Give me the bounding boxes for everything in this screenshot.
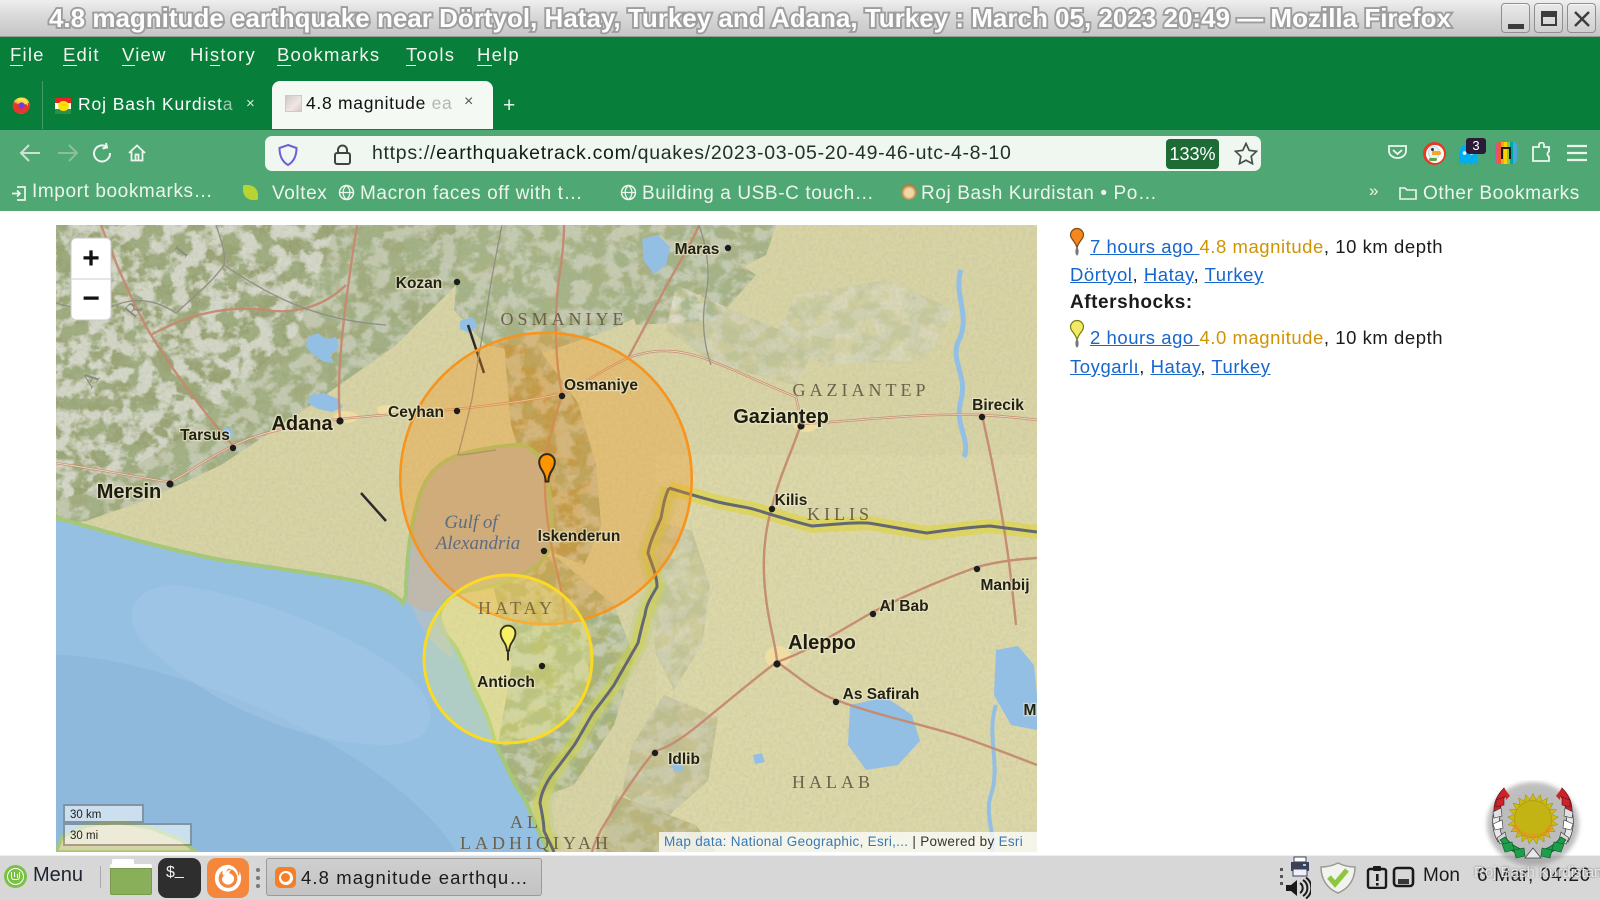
svg-text:Maras: Maras xyxy=(675,241,720,258)
svg-text:Manbij: Manbij xyxy=(980,577,1029,594)
svg-text:KILIS: KILIS xyxy=(807,504,873,524)
svg-text:GAZIANTEP: GAZIANTEP xyxy=(793,380,930,400)
svg-text:Al Bab: Al Bab xyxy=(879,598,928,615)
svg-text:30 mi: 30 mi xyxy=(70,830,98,842)
svg-text:Gulf of: Gulf of xyxy=(444,512,500,533)
svg-text:Osmaniye: Osmaniye xyxy=(564,377,638,394)
svg-text:Map data: National Geographic,: Map data: National Geographic, Esri,... … xyxy=(664,834,1023,849)
svg-text:−: − xyxy=(82,282,100,315)
svg-text:4.8 magnitude earthquake near: 4.8 magnitude earthquake near Dörtyol, H… xyxy=(49,3,1452,33)
svg-text:Idlib: Idlib xyxy=(668,751,700,768)
svg-text:AL: AL xyxy=(510,812,542,832)
svg-text:Iskenderun: Iskenderun xyxy=(538,528,621,545)
svg-text:Alexandria: Alexandria xyxy=(434,533,520,554)
svg-text:Birecik: Birecik xyxy=(972,397,1024,414)
svg-text:As Safirah: As Safirah xyxy=(843,686,920,703)
svg-text:HATAY: HATAY xyxy=(478,598,556,618)
svg-text:Tarsus: Tarsus xyxy=(180,427,230,444)
svg-text:Ceyhan: Ceyhan xyxy=(388,404,444,421)
svg-text:Kozan: Kozan xyxy=(396,275,443,292)
svg-text:Antioch: Antioch xyxy=(477,674,535,691)
svg-text:Mersin: Mersin xyxy=(97,481,161,503)
svg-text:LADHIQIYAH: LADHIQIYAH xyxy=(460,833,612,852)
svg-text:OSMANIYE: OSMANIYE xyxy=(500,309,627,329)
svg-text:Kilis: Kilis xyxy=(775,492,808,509)
svg-text:M: M xyxy=(1024,702,1037,719)
svg-text:+: + xyxy=(82,242,100,275)
svg-text:30 km: 30 km xyxy=(70,809,101,821)
svg-text:Adana: Adana xyxy=(271,413,333,435)
svg-text:HALAB: HALAB xyxy=(792,772,874,792)
svg-text:Gaziantep: Gaziantep xyxy=(733,406,829,428)
svg-text:Aleppo: Aleppo xyxy=(788,632,856,654)
